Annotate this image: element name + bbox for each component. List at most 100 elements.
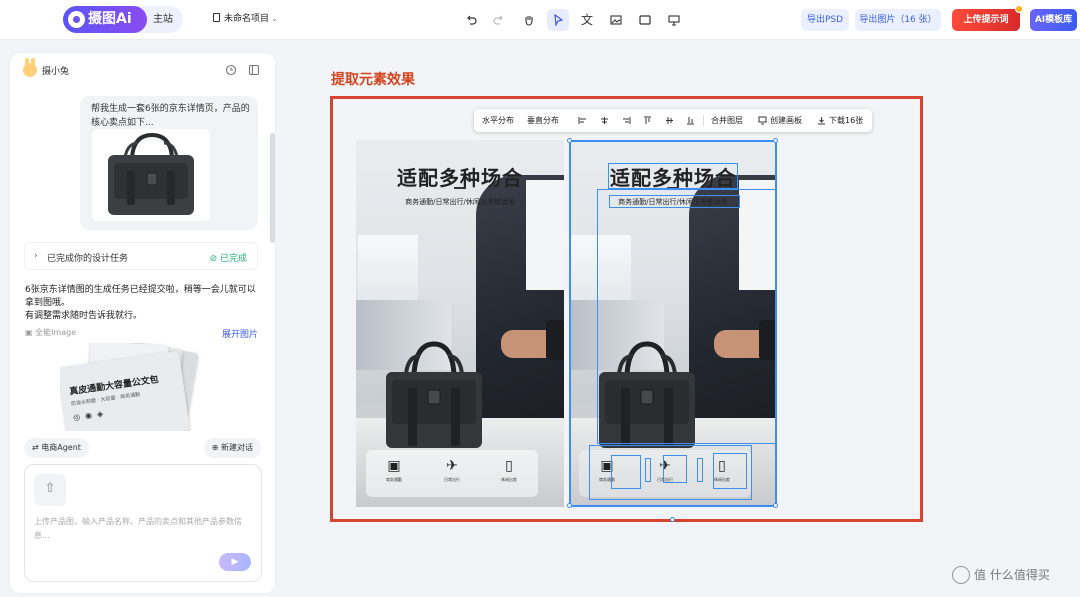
chevron-right-icon: › (34, 251, 38, 261)
create-artboard-button[interactable]: 创建画板 (770, 115, 802, 126)
image-icon (610, 15, 622, 25)
element-toolbar: 水平分布 垂直分布 合并图层 创建画板 下载16张 (474, 109, 872, 132)
watermark-text: 值 什么值得买 (974, 568, 1050, 582)
chevron-down-icon: ⌄ (271, 14, 278, 23)
horizontal-distribute-button[interactable]: 水平分布 (482, 115, 514, 126)
ecommerce-agent-button[interactable]: ⇄ 电商Agent (24, 438, 89, 458)
new-chat-button[interactable]: ⊕ 新建对话 (203, 438, 261, 458)
assistant-header: 摄小兔 (10, 53, 275, 89)
cursor-icon (554, 13, 564, 28)
send-icon: ▶ (231, 557, 239, 567)
hand-icon (525, 16, 533, 26)
agent-button-label: 电商Agent (41, 443, 81, 452)
new-badge-icon (1015, 5, 1023, 13)
project-name: 未命名项目 (224, 14, 270, 24)
toolbar-divider (703, 115, 704, 126)
download-button[interactable]: 下载16张 (829, 115, 863, 126)
briefcase-product-image (108, 132, 194, 215)
merge-layers-button[interactable]: 合并图层 (711, 115, 743, 126)
align-bottom-icon[interactable] (686, 116, 695, 125)
image-tool-button[interactable] (605, 9, 627, 31)
align-left-icon[interactable] (578, 116, 587, 125)
logo-mark-icon (68, 11, 85, 28)
site-link[interactable]: 主站 (153, 6, 173, 33)
redo-icon (493, 15, 503, 25)
resize-handle[interactable] (567, 138, 572, 143)
scene-item-travel: ✈ 日常出行 (432, 458, 472, 483)
hand-tool-button[interactable] (518, 9, 540, 31)
logo[interactable]: 摄图Ai 主站 (63, 6, 183, 33)
watermark: 值 什么值得买 (952, 566, 1050, 584)
scene-item-commute: ▣ 商务通勤 (374, 458, 414, 483)
scene-item-trip: ▯ 休闲出差 (489, 458, 529, 483)
undo-icon (467, 15, 477, 25)
collapse-panel-icon[interactable] (248, 64, 260, 76)
assistant-name: 摄小兔 (42, 67, 70, 77)
top-bar: 摄图Ai 主站 未命名项目 ⌄ 文 导出PSD 导出图片（16 张） 上传提示词… (0, 0, 1080, 40)
project-name-dropdown[interactable]: 未命名项目 ⌄ (213, 12, 278, 26)
export-psd-button[interactable]: 导出PSD (801, 9, 849, 31)
resize-handle[interactable] (567, 503, 572, 508)
poster-original[interactable]: 适配多种场合 商务通勤/日常出行/休闲出差都适用 ▣ 商务通勤 ✈ 日常出行 ▯… (356, 140, 564, 507)
undo-button[interactable] (460, 9, 482, 31)
artboard-tool-button[interactable] (663, 9, 685, 31)
text-tool-button[interactable]: 文 (576, 9, 598, 31)
text-tool-glyph: 文 (580, 13, 593, 27)
scene-label: 商务通勤 (386, 477, 402, 482)
redo-button[interactable] (488, 9, 510, 31)
align-middle-icon[interactable] (665, 116, 674, 125)
icon-selection-box (663, 455, 687, 483)
divider-selection-box (645, 458, 651, 482)
briefcase-icon: ▣ (387, 458, 401, 474)
icon-selection-box (713, 453, 747, 489)
expand-images-link[interactable]: 展开图片 (222, 327, 258, 340)
prompt-input-placeholder[interactable]: 上传产品图，输入产品名称、产品的卖点和其他产品参数信息... (34, 515, 254, 543)
monitor-icon (668, 15, 680, 26)
resize-handle[interactable] (773, 138, 778, 143)
vertical-distribute-button[interactable]: 垂直分布 (527, 115, 559, 126)
divider-selection-box (697, 458, 703, 482)
canvas-title: 提取元素效果 (331, 72, 415, 88)
product-thumbnail[interactable] (92, 129, 210, 221)
scene-label: 休闲出差 (501, 477, 517, 482)
completed-task-row[interactable]: › 已完成你的设计任务 ⊘ 已完成 (24, 242, 258, 270)
prompt-input-box[interactable]: ⇧ 上传产品图，输入产品名称、产品的卖点和其他产品参数信息... ▶ (24, 464, 262, 582)
download-icon (818, 117, 825, 125)
resize-handle[interactable] (773, 503, 778, 508)
task-status: ⊘ 已完成 (209, 254, 247, 264)
export-images-button[interactable]: 导出图片（16 张） (855, 9, 941, 31)
user-message-bubble: 帮我生成一套6张的京东详情页，产品的核心卖点如下... (80, 96, 258, 230)
align-top-icon[interactable] (643, 116, 652, 125)
artboard-icon (758, 116, 767, 125)
ai-template-library-button[interactable]: AI模板库 (1030, 9, 1077, 31)
headline-underline (454, 187, 466, 189)
image-model-label: 全能Image (35, 328, 77, 337)
new-chat-label: 新建对话 (221, 443, 253, 452)
scene-icons-bar: ▣ 商务通勤 ✈ 日常出行 ▯ 休闲出差 (366, 450, 538, 497)
align-center-icon[interactable] (600, 116, 609, 125)
result-message-line1: 6张京东详情图的生成任务已经提交啦，稍等一会儿就可以拿到图哦。 (25, 285, 256, 308)
logo-pill: 摄图Ai (63, 6, 147, 33)
result-message-line2: 有调整需求随时告诉我就行。 (25, 311, 143, 321)
icon-selection-box (611, 455, 641, 489)
panel-scrollbar[interactable] (270, 133, 275, 243)
history-clock-icon[interactable] (225, 64, 237, 76)
product-selection-box (597, 189, 777, 444)
upload-icon: ⇧ (44, 481, 56, 496)
select-tool-button[interactable] (547, 9, 569, 31)
align-right-icon[interactable] (622, 116, 631, 125)
scene-label: 日常出行 (444, 477, 460, 482)
upload-prompt-button[interactable]: 上传提示词 (952, 5, 1023, 31)
generated-images-stack[interactable]: 真皮通勤大容量公文包 防泼水耐磨 · 大容量 · 商务通勤 ◎ ◉ ◈ (60, 343, 245, 431)
upload-image-button[interactable]: ⇧ (34, 474, 66, 506)
coffee-cup (546, 320, 564, 360)
watermark-logo-icon (952, 566, 970, 584)
task-status-text: 已完成 (219, 254, 247, 264)
rectangle-tool-button[interactable] (634, 9, 656, 31)
poster-subline: 商务通勤/日常出行/休闲出差都适用 (405, 198, 515, 206)
briefcase-product-image (386, 341, 482, 448)
rectangle-icon (639, 15, 651, 25)
rotate-handle[interactable] (670, 517, 675, 522)
airplane-icon: ✈ (446, 458, 458, 474)
send-button[interactable]: ▶ (219, 553, 251, 571)
